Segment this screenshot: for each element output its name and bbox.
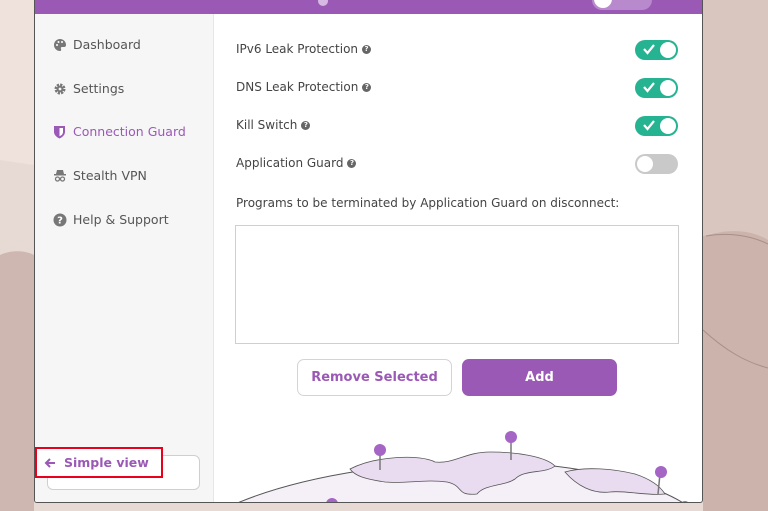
setting-text: Kill Switch (236, 118, 298, 132)
sidebar-item-label: Stealth VPN (73, 168, 147, 183)
application-guard-toggle[interactable] (635, 154, 678, 174)
checkmark-icon (643, 120, 655, 131)
toggle-thumb (637, 156, 653, 172)
setting-label-ipv6-leak-protection: IPv6 Leak Protection ? (236, 42, 372, 56)
sidebar-item-stealth-vpn[interactable]: Stealth VPN (52, 168, 147, 183)
sidebar-item-label: Help & Support (73, 212, 169, 227)
palette-icon (52, 37, 67, 52)
setting-text: Application Guard (236, 156, 344, 170)
kill-switch-toggle[interactable] (635, 116, 678, 136)
shield-icon (52, 124, 67, 139)
sidebar-item-label: Connection Guard (73, 124, 186, 139)
globe-illustration (238, 431, 688, 502)
help-icon[interactable]: ? (301, 120, 311, 130)
sidebar-item-label: Dashboard (73, 37, 141, 52)
connection-switch[interactable] (592, 0, 652, 10)
ipv6-leak-protection-toggle[interactable] (635, 40, 678, 60)
sidebar-item-help-support[interactable]: ? Help & Support (52, 212, 169, 227)
setting-label-kill-switch: Kill Switch ? (236, 118, 311, 132)
title-bar-dot (318, 0, 328, 6)
help-icon[interactable]: ? (362, 44, 372, 54)
simple-view-button[interactable]: Simple view (35, 447, 163, 478)
checkmark-icon (643, 44, 655, 55)
sidebar-item-settings[interactable]: Settings (52, 81, 124, 96)
setting-label-dns-leak-protection: DNS Leak Protection ? (236, 80, 372, 94)
svg-text:?: ? (57, 215, 63, 226)
toggle-thumb (660, 118, 676, 134)
incognito-icon (52, 168, 67, 183)
app-window: Dashboard Settings Connection Guard Stea… (34, 0, 703, 503)
help-icon[interactable]: ? (347, 158, 357, 168)
sidebar-item-connection-guard[interactable]: Connection Guard (52, 124, 186, 139)
title-bar (35, 0, 702, 14)
simple-view-label: Simple view (64, 455, 149, 470)
setting-label-application-guard: Application Guard ? (236, 156, 357, 170)
programs-list[interactable] (235, 225, 679, 344)
remove-selected-button[interactable]: Remove Selected (297, 359, 452, 396)
sidebar-item-dashboard[interactable]: Dashboard (52, 37, 141, 52)
toggle-thumb (660, 80, 676, 96)
connection-guard-panel: IPv6 Leak Protection ? DNS Leak Protecti… (215, 14, 702, 502)
programs-label: Programs to be terminated by Application… (236, 196, 620, 210)
dns-leak-protection-toggle[interactable] (635, 78, 678, 98)
toggle-thumb (660, 42, 676, 58)
setting-text: DNS Leak Protection (236, 80, 359, 94)
setting-text: IPv6 Leak Protection (236, 42, 359, 56)
arrow-left-icon (44, 457, 55, 468)
sidebar-item-label: Settings (73, 81, 125, 96)
question-circle-icon: ? (52, 212, 67, 227)
help-icon[interactable]: ? (362, 82, 372, 92)
gear-icon (52, 81, 67, 96)
sidebar: Dashboard Settings Connection Guard Stea… (35, 14, 214, 502)
checkmark-icon (643, 82, 655, 93)
add-button[interactable]: Add (462, 359, 617, 396)
